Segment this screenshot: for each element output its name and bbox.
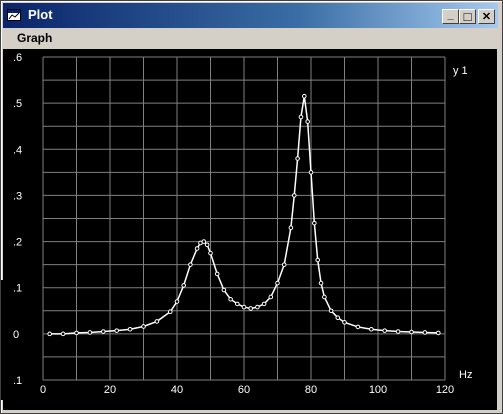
- data-point: [174, 299, 180, 304]
- data-point: [188, 262, 193, 267]
- data-point: [194, 246, 200, 251]
- y-tick-label: 0: [13, 329, 19, 341]
- y-tick-label: .6: [13, 52, 22, 64]
- data-point: [275, 280, 280, 286]
- data-point: [141, 324, 146, 329]
- y-tick-label: .4: [13, 144, 22, 156]
- data-point: [342, 320, 347, 325]
- data-point: [305, 119, 310, 124]
- y-tick-label: .1: [13, 375, 22, 387]
- window-edge: [1, 280, 3, 400]
- data-point: [422, 330, 428, 335]
- data-point: [114, 328, 119, 333]
- data-point: [369, 326, 374, 332]
- data-point: [436, 330, 441, 336]
- y-tick-label: .1: [13, 283, 22, 295]
- data-point: [47, 331, 53, 337]
- data-point: [204, 242, 210, 248]
- data-point: [395, 329, 401, 334]
- plot-area: .1 0 .1 .2 .3 .4 .5 .6 0 20 40 60 80 100 120 Hz y 1: [3, 49, 497, 410]
- data-point: [312, 220, 317, 226]
- window-title: Plot: [28, 7, 53, 22]
- data-point: [87, 330, 93, 335]
- data-point: [281, 262, 287, 267]
- y-tick-label: .2: [13, 237, 22, 249]
- data-point: [241, 304, 247, 310]
- x-tick-label: 40: [171, 384, 183, 396]
- x-tick-label: 80: [305, 384, 317, 396]
- data-point: [221, 287, 227, 293]
- data-point: [295, 156, 300, 161]
- data-point: [302, 93, 307, 99]
- x-tick-label: 60: [238, 384, 250, 396]
- y-tick-label: .3: [13, 190, 22, 202]
- data-point: [328, 308, 334, 314]
- data-point: [255, 304, 260, 310]
- data-point: [268, 294, 274, 300]
- data-point: [127, 326, 133, 332]
- plot-window: Plot _ □ ✕ Graph .1 0 .1 .2 .3 .4 .5 .6 0 20 40 60 8…: [0, 0, 503, 414]
- data-point: [409, 329, 414, 335]
- menu-bar: Graph: [3, 30, 498, 48]
- data-point: [291, 193, 297, 198]
- data-point: [335, 315, 341, 321]
- data-point: [322, 294, 327, 300]
- app-icon[interactable]: [7, 9, 21, 21]
- data-point: [318, 280, 324, 286]
- maximize-button[interactable]: □: [459, 9, 476, 24]
- data-point: [382, 328, 388, 333]
- data-point: [214, 271, 220, 277]
- x-tick-label: 100: [369, 384, 387, 396]
- data-point: [101, 329, 106, 334]
- data-point: [261, 301, 267, 307]
- x-tick-label: 120: [436, 384, 454, 396]
- close-button[interactable]: ✕: [478, 9, 495, 24]
- minimize-button[interactable]: _: [442, 9, 459, 24]
- data-point: [208, 250, 213, 256]
- data-point: [228, 296, 233, 302]
- menu-graph[interactable]: Graph: [17, 31, 52, 45]
- minimize-icon: _: [447, 8, 454, 21]
- data-point: [308, 170, 314, 175]
- data-point: [154, 319, 160, 324]
- maximize-icon: □: [463, 9, 472, 24]
- data-point: [235, 301, 240, 307]
- y-tick-label: .5: [13, 98, 22, 110]
- close-icon: ✕: [481, 11, 492, 23]
- data-point: [298, 114, 304, 120]
- y-axis-label: y 1: [453, 65, 468, 77]
- data-point: [60, 331, 66, 337]
- line-chart: .1 0 .1 .2 .3 .4 .5 .6 0 20 40 60 80 100 120 Hz y 1: [13, 52, 472, 396]
- data-point: [355, 324, 361, 330]
- data-point: [168, 309, 173, 315]
- data-point: [288, 225, 294, 231]
- data-point: [74, 330, 79, 336]
- data-point: [201, 239, 207, 244]
- data-point: [315, 257, 321, 263]
- x-tick-label: 20: [104, 384, 116, 396]
- data-point: [181, 283, 186, 288]
- title-bar[interactable]: Plot _ □ ✕: [3, 3, 498, 28]
- x-axis-label: Hz: [459, 369, 472, 381]
- x-tick-label: 0: [40, 384, 46, 396]
- data-point: [248, 306, 253, 311]
